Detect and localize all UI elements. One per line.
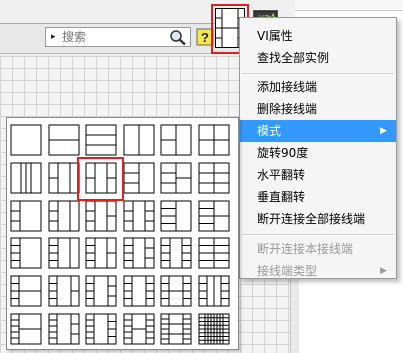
menu-item-terminal-type: 接线端类型 ▶	[240, 260, 396, 282]
search-icon[interactable]	[169, 29, 187, 46]
svg-text:?: ?	[201, 30, 209, 45]
connector-pattern-7[interactable]	[10, 162, 42, 194]
connector-pattern-15[interactable]	[85, 200, 117, 232]
menu-item-disconnect-this-terminal: 断开连接本接线端	[257, 242, 354, 256]
connector-pattern-33[interactable]	[85, 313, 117, 345]
connector-pattern-10[interactable]	[123, 162, 155, 194]
menu-item-disconnect-all-terminals[interactable]: 断开连接全部接线端	[240, 208, 396, 230]
connector-pattern-23[interactable]	[160, 237, 192, 269]
connector-pattern-6[interactable]	[198, 124, 230, 156]
connector-pattern-29[interactable]	[160, 275, 192, 307]
connector-pattern-25[interactable]	[10, 275, 42, 307]
connector-pattern-16[interactable]	[123, 200, 155, 232]
connector-pattern-30[interactable]	[198, 275, 230, 307]
connector-pattern-35[interactable]	[160, 313, 192, 345]
connector-pattern-1[interactable]	[10, 124, 42, 156]
search-input[interactable]	[62, 29, 167, 45]
search-box[interactable]: ▸	[45, 27, 191, 47]
connector-pattern-4[interactable]	[123, 124, 155, 156]
menu-item-flip-vertical[interactable]: 垂直翻转	[240, 186, 396, 208]
menu-item-remove-terminal[interactable]: 删除接线端	[240, 98, 396, 120]
menu-separator	[242, 73, 394, 75]
menu-item-find-all-instances[interactable]: 查找全部实例	[240, 47, 396, 69]
connector-pattern-19[interactable]	[10, 237, 42, 269]
menu-item-add-terminal[interactable]: 添加接线端	[240, 76, 396, 98]
connector-pattern-21[interactable]	[85, 237, 117, 269]
context-menu: VI属性 查找全部实例 添加接线端 删除接线端 模式 ▶ 旋转90度 水平翻转 垂…	[239, 17, 397, 279]
connector-pattern-12[interactable]	[198, 162, 230, 194]
submenu-arrow-icon: ▶	[380, 126, 387, 136]
search-scope-arrow-icon[interactable]: ▸	[51, 32, 56, 42]
connector-pattern-18[interactable]	[198, 200, 230, 232]
connector-pattern-13[interactable]	[10, 200, 42, 232]
connector-pattern-5[interactable]	[160, 124, 192, 156]
menu-separator	[242, 234, 394, 236]
connector-pattern-28[interactable]	[123, 275, 155, 307]
connector-pattern-24[interactable]	[198, 237, 230, 269]
submenu-arrow-icon: ▶	[380, 266, 387, 276]
connector-pattern-17[interactable]	[160, 200, 192, 232]
connector-pattern-34[interactable]	[123, 313, 155, 345]
connector-pattern-36[interactable]	[198, 313, 230, 345]
connector-pattern-14[interactable]	[48, 200, 80, 232]
connector-pattern-22[interactable]	[123, 237, 155, 269]
connector-pattern-2[interactable]	[48, 124, 80, 156]
connector-pattern-11[interactable]	[160, 162, 192, 194]
connector-pattern-8[interactable]	[48, 162, 80, 194]
menu-item-vi-properties[interactable]: VI属性	[240, 25, 396, 47]
connector-pattern-20[interactable]	[48, 237, 80, 269]
menu-item-patterns[interactable]: 模式 ▶	[240, 120, 396, 142]
menu-item-rotate-90[interactable]: 旋转90度	[240, 142, 396, 164]
connector-pattern-26[interactable]	[48, 275, 80, 307]
pattern-selection-box	[77, 157, 124, 201]
connector-pattern-31[interactable]	[10, 313, 42, 345]
menu-item-flip-horizontal[interactable]: 水平翻转	[240, 164, 396, 186]
connector-pattern-3[interactable]	[85, 124, 117, 156]
connector-pattern-27[interactable]	[85, 275, 117, 307]
connector-pattern-32[interactable]	[48, 313, 80, 345]
